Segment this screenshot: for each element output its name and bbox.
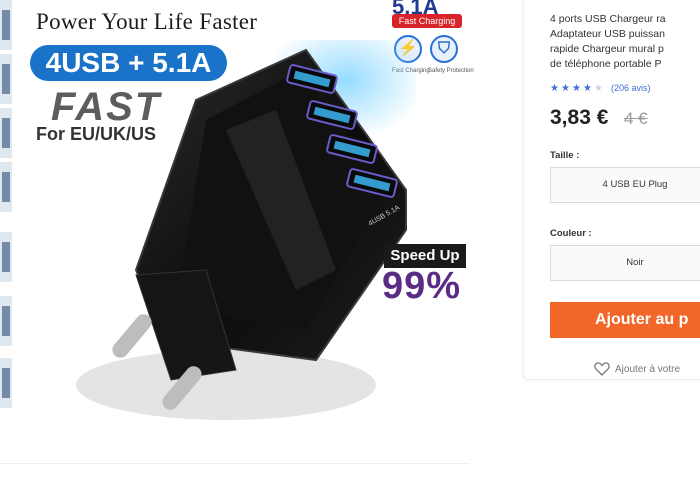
hero-tagline: Power Your Life Faster: [36, 9, 258, 34]
add-to-cart-button[interactable]: Ajouter au p: [550, 302, 700, 338]
star-icon: ★: [572, 82, 581, 94]
wishlist-label: Ajouter à votre: [615, 363, 681, 375]
size-label: Taille :: [550, 150, 580, 161]
product-title-line: Adaptateur USB puissan: [550, 28, 665, 40]
star-icon: ★: [583, 82, 592, 94]
speed-up-value: 99%: [382, 265, 462, 307]
thumbnail[interactable]: [0, 54, 12, 106]
product-hero-image[interactable]: Power Your Life Faster 4USB + 5.1A FAST …: [16, 0, 474, 440]
current-price: 3,83 €: [550, 106, 609, 129]
product-page: Power Your Life Faster 4USB + 5.1A FAST …: [0, 0, 700, 487]
fast-charging-badge: Fast Charging: [392, 14, 462, 28]
size-selector[interactable]: 4 USB EU Plug: [550, 167, 700, 203]
thumbnail[interactable]: [0, 0, 12, 52]
star-icon: ★: [561, 82, 570, 94]
wishlist-link[interactable]: Ajouter à votre: [594, 362, 680, 376]
rating[interactable]: ★ ★ ★ ★ ★ (206 avis): [550, 81, 651, 95]
color-label: Couleur :: [550, 228, 592, 239]
old-price: 4 €: [624, 109, 648, 128]
icon-caption: Safety Protection: [428, 68, 474, 74]
review-count[interactable]: (206 avis): [611, 83, 651, 93]
star-icon: ★: [550, 82, 559, 94]
thumbnail[interactable]: [0, 108, 12, 160]
product-info-panel: 4 ports USB Chargeur ra Adaptateur USB p…: [523, 0, 700, 380]
thumbnail[interactable]: [0, 232, 12, 284]
thumbnail[interactable]: [0, 162, 12, 214]
shield-icon: ⛉: [430, 35, 458, 63]
thumbnail[interactable]: [0, 358, 12, 410]
product-title-line: rapide Chargeur mural p: [550, 43, 664, 55]
thumbnail-strip: [0, 0, 12, 440]
star-icon: ★: [594, 82, 603, 94]
thumbnail[interactable]: [0, 296, 12, 348]
color-selector[interactable]: Noir: [550, 245, 700, 281]
divider: [0, 463, 470, 464]
heart-icon: [594, 362, 610, 376]
charger-illustration: 4USB 5.1A: [76, 40, 416, 420]
product-title-line: 4 ports USB Chargeur ra: [550, 13, 666, 25]
product-title-line: de téléphone portable P: [550, 58, 662, 70]
product-title: 4 ports USB Chargeur ra Adaptateur USB p…: [550, 12, 700, 72]
